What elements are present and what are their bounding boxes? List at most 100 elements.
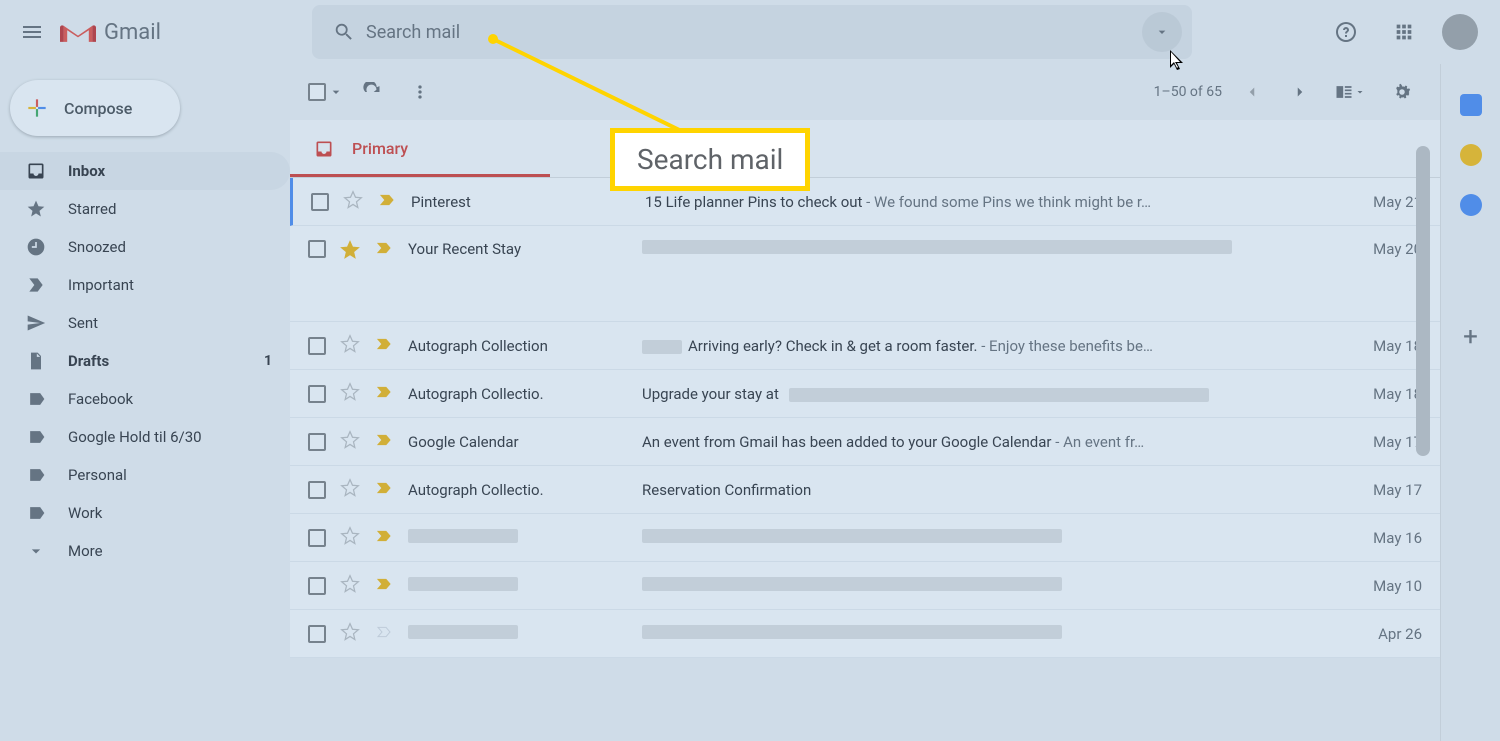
chevron-right-icon <box>1291 83 1309 101</box>
sidebar-item-important[interactable]: Important <box>0 266 290 304</box>
cursor-icon <box>1168 48 1188 72</box>
right-rail: + <box>1440 64 1500 741</box>
row-checkbox[interactable] <box>311 193 329 211</box>
row-checkbox[interactable] <box>308 433 326 451</box>
mail-row[interactable]: Autograph Collectio. Upgrade your stay a… <box>290 370 1440 418</box>
main-area: 1–50 of 65 Primary Pinterest 15 Life pla… <box>290 64 1500 741</box>
star-button[interactable] <box>340 334 360 358</box>
mail-row[interactable]: Google Calendar An event from Gmail has … <box>290 418 1440 466</box>
row-date: May 18 <box>1352 337 1422 355</box>
support-button[interactable] <box>1326 12 1366 52</box>
sidebar-item-work[interactable]: Work <box>0 494 290 532</box>
search-input[interactable] <box>366 22 1142 43</box>
gmail-logo-icon <box>60 18 96 46</box>
star-button[interactable] <box>340 574 360 598</box>
more-button[interactable] <box>400 72 440 112</box>
logo-area[interactable]: Gmail <box>60 18 280 46</box>
sidebar-item-inbox[interactable]: Inbox <box>0 152 290 190</box>
row-date: May 20 <box>1352 240 1422 258</box>
search-button[interactable] <box>322 21 366 43</box>
label-icon <box>26 427 46 447</box>
annotation-dot <box>488 34 498 44</box>
account-avatar[interactable] <box>1442 14 1478 50</box>
keep-addon[interactable] <box>1460 144 1482 166</box>
mail-row[interactable]: Autograph Collectio. Reservation Confirm… <box>290 466 1440 514</box>
row-sender <box>408 625 628 643</box>
row-sender: Google Calendar <box>408 433 628 451</box>
importance-marker[interactable] <box>374 432 394 452</box>
row-checkbox[interactable] <box>308 481 326 499</box>
sidebar-item-personal[interactable]: Personal <box>0 456 290 494</box>
more-vert-icon <box>410 82 430 102</box>
mail-row[interactable]: Your Recent Stay May 20 <box>290 226 1440 322</box>
sidebar-item-snoozed[interactable]: Snoozed <box>0 228 290 266</box>
mail-row[interactable]: May 10 <box>290 562 1440 610</box>
star-button[interactable] <box>340 240 360 264</box>
mail-row[interactable]: Apr 26 <box>290 610 1440 658</box>
star-button[interactable] <box>343 190 363 214</box>
compose-label: Compose <box>64 99 132 118</box>
row-checkbox[interactable] <box>308 240 326 258</box>
annotation-callout: Search mail <box>610 128 810 191</box>
sent-icon <box>26 313 46 333</box>
importance-marker[interactable] <box>374 240 394 260</box>
importance-marker[interactable] <box>374 384 394 404</box>
prev-page-button[interactable] <box>1234 74 1270 110</box>
importance-marker[interactable] <box>374 480 394 500</box>
gear-icon <box>1391 81 1413 103</box>
sidebar-item-google-hold-til-6-30[interactable]: Google Hold til 6/30 <box>0 418 290 456</box>
select-all[interactable] <box>308 83 344 101</box>
chevron-down-icon <box>1154 24 1170 40</box>
mail-row[interactable]: Pinterest 15 Life planner Pins to check … <box>290 178 1440 226</box>
row-checkbox[interactable] <box>308 337 326 355</box>
checkbox-icon <box>308 83 326 101</box>
row-date: May 18 <box>1352 385 1422 403</box>
star-button[interactable] <box>340 478 360 502</box>
row-checkbox[interactable] <box>308 577 326 595</box>
tasks-addon[interactable] <box>1460 194 1482 216</box>
sidebar-item-drafts[interactable]: Drafts1 <box>0 342 290 380</box>
page-range: 1–50 of 65 <box>1154 84 1222 100</box>
row-checkbox[interactable] <box>308 529 326 547</box>
star-button[interactable] <box>340 526 360 550</box>
toolbar: 1–50 of 65 <box>290 64 1440 120</box>
add-addon-button[interactable]: + <box>1463 322 1478 352</box>
importance-marker[interactable] <box>374 624 394 644</box>
sidebar-item-facebook[interactable]: Facebook <box>0 380 290 418</box>
search-options-button[interactable] <box>1142 12 1182 52</box>
importance-marker[interactable] <box>374 528 394 548</box>
importance-marker[interactable] <box>377 192 397 212</box>
sidebar-item-more[interactable]: More <box>0 532 290 570</box>
apps-button[interactable] <box>1384 12 1424 52</box>
next-page-button[interactable] <box>1282 74 1318 110</box>
sidebar-item-starred[interactable]: Starred <box>0 190 290 228</box>
mail-row[interactable]: May 16 <box>290 514 1440 562</box>
importance-marker[interactable] <box>374 336 394 356</box>
refresh-button[interactable] <box>352 72 392 112</box>
apps-icon <box>1393 21 1415 43</box>
nav-label: Personal <box>68 466 127 484</box>
row-date: May 10 <box>1352 577 1422 595</box>
scrollbar[interactable] <box>1416 146 1430 456</box>
split-pane-button[interactable] <box>1330 72 1370 112</box>
search-bar[interactable] <box>312 5 1192 59</box>
star-button[interactable] <box>340 382 360 406</box>
row-subject: 15 Life planner Pins to check out - We f… <box>645 193 1338 211</box>
row-checkbox[interactable] <box>308 625 326 643</box>
main-menu-button[interactable] <box>8 8 56 56</box>
category-tabs: Primary <box>290 120 1440 178</box>
calendar-addon[interactable] <box>1460 94 1482 116</box>
nav-label: Sent <box>68 314 98 332</box>
sidebar-item-sent[interactable]: Sent <box>0 304 290 342</box>
star-button[interactable] <box>340 430 360 454</box>
header: Gmail <box>0 0 1500 64</box>
mail-list: Pinterest 15 Life planner Pins to check … <box>290 178 1440 658</box>
menu-icon <box>20 20 44 44</box>
importance-marker[interactable] <box>374 576 394 596</box>
settings-button[interactable] <box>1382 72 1422 112</box>
row-checkbox[interactable] <box>308 385 326 403</box>
mail-row[interactable]: Autograph Collection Arriving early? Che… <box>290 322 1440 370</box>
compose-button[interactable]: Compose <box>10 80 180 136</box>
label-icon <box>26 503 46 523</box>
star-button[interactable] <box>340 622 360 646</box>
